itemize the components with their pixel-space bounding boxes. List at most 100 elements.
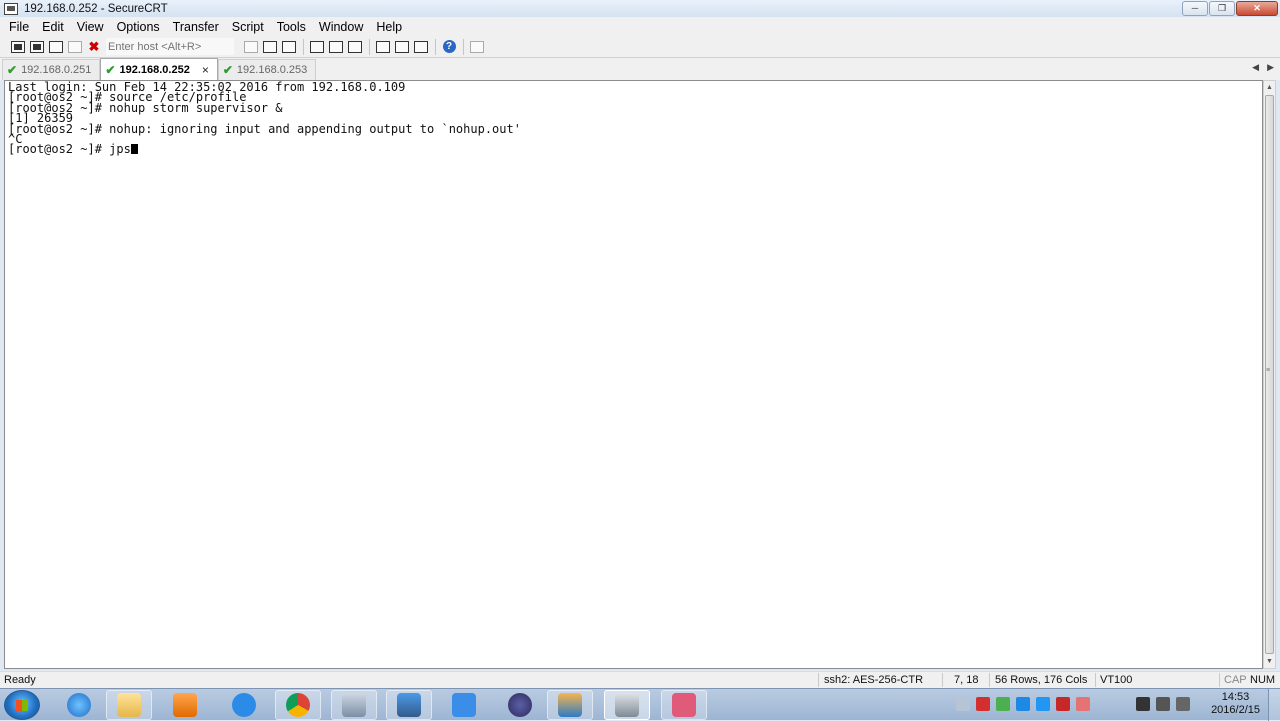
media-player-icon[interactable] — [162, 690, 208, 720]
tray-app-icon[interactable] — [1036, 697, 1050, 711]
quick-connect-icon[interactable] — [28, 39, 46, 55]
terminal-screen[interactable]: Last login: Sun Feb 14 22:35:02 2016 fro… — [4, 80, 1263, 669]
show-desktop-button[interactable] — [1268, 689, 1280, 721]
status-emulation: VT100 — [1100, 674, 1133, 686]
status-divider — [818, 673, 819, 687]
status-terminal-size: 56 Rows, 176 Cols — [995, 674, 1088, 686]
status-encryption: ssh2: AES-256-CTR — [824, 674, 924, 686]
prompt-text: [root@os2 ~]# jps — [8, 142, 131, 157]
cloud-drive-icon[interactable] — [221, 690, 267, 720]
print-icon[interactable] — [308, 39, 326, 55]
menu-script[interactable]: Script — [232, 20, 264, 34]
menu-tools[interactable]: Tools — [277, 20, 306, 34]
xftp-icon[interactable] — [661, 690, 707, 720]
terminal-scrollbar[interactable]: ▲ ≡ ▼ — [1263, 80, 1276, 669]
close-tab-icon[interactable]: × — [202, 63, 209, 77]
menu-help[interactable]: Help — [376, 20, 402, 34]
menu-transfer[interactable]: Transfer — [173, 20, 219, 34]
system-tray — [956, 697, 1090, 711]
scrollbar-grip-icon: ≡ — [1266, 367, 1271, 374]
scrollbar-thumb[interactable] — [1265, 95, 1274, 654]
paste-icon[interactable] — [261, 39, 279, 55]
virtualbox-icon[interactable] — [547, 690, 593, 720]
taskbar-clock[interactable]: 14:53 2016/2/15 — [1211, 691, 1260, 717]
title-bar: 192.168.0.252 - SecureCRT ─ ❐ ✕ — [0, 0, 1280, 17]
status-divider — [989, 673, 990, 687]
copy-icon[interactable] — [242, 39, 260, 55]
network-icon[interactable] — [1156, 697, 1170, 711]
enter-host-input[interactable] — [106, 38, 234, 55]
terminal-line: [root@os2 ~]# nohup storm supervisor & — [8, 100, 283, 115]
tab-label: 192.168.0.253 — [236, 64, 308, 76]
terminal-line: [root@os2 ~]# nohup: ignoring input and … — [8, 121, 521, 136]
connected-check-icon: ✔ — [7, 63, 18, 77]
windows-taskbar: 14:53 2016/2/15 — [0, 688, 1280, 721]
menu-options[interactable]: Options — [117, 20, 160, 34]
print-selection-icon[interactable] — [327, 39, 345, 55]
tab-192-168-0-251[interactable]: ✔ 192.168.0.251 — [2, 59, 101, 80]
start-button[interactable] — [4, 690, 40, 720]
session-tab-bar: ✔ 192.168.0.251 ✔ 192.168.0.252 × ✔ 192.… — [0, 58, 1280, 80]
tray-app-icon[interactable] — [1076, 697, 1090, 711]
file-explorer-icon[interactable] — [106, 690, 152, 720]
toolbar-separator — [303, 38, 304, 55]
scroll-down-icon[interactable]: ▼ — [1264, 655, 1275, 668]
toolbar: ✖ ? — [0, 36, 1280, 58]
connect-icon[interactable] — [9, 39, 27, 55]
global-options-icon[interactable] — [393, 39, 411, 55]
securecrt-app-icon[interactable] — [4, 2, 18, 15]
status-ready: Ready — [4, 674, 36, 686]
disconnect-icon[interactable]: ✖ — [85, 39, 103, 55]
clock-date: 2016/2/15 — [1211, 704, 1260, 716]
tab-label: 192.168.0.251 — [21, 64, 92, 76]
menu-edit[interactable]: Edit — [42, 20, 64, 34]
connect-in-tab-icon[interactable] — [47, 39, 65, 55]
tray-app-icon[interactable] — [996, 697, 1010, 711]
eclipse-icon[interactable] — [497, 690, 543, 720]
find-icon[interactable] — [280, 39, 298, 55]
connected-check-icon: ✔ — [105, 62, 116, 77]
control-panel-icon[interactable] — [331, 690, 377, 720]
terminal-prompt-line: [root@os2 ~]# jps — [8, 142, 1262, 157]
sftp-icon[interactable] — [468, 39, 486, 55]
minimize-button[interactable]: ─ — [1182, 1, 1208, 16]
action-center-icon[interactable] — [1136, 697, 1150, 711]
editor-icon[interactable] — [441, 690, 487, 720]
keyboard-icon[interactable] — [956, 697, 970, 711]
status-divider — [942, 673, 943, 687]
toolbar-separator — [435, 38, 436, 55]
tray-app-icon[interactable] — [976, 697, 990, 711]
status-caps-lock: CAP — [1224, 674, 1247, 686]
securecrt-taskbar-icon[interactable] — [604, 690, 650, 720]
system-tray-status — [1136, 697, 1190, 711]
network-tool-icon[interactable] — [386, 690, 432, 720]
scroll-tabs-right-icon[interactable]: ▶ — [1267, 62, 1274, 73]
reconnect-icon[interactable] — [66, 39, 84, 55]
tab-192-168-0-252[interactable]: ✔ 192.168.0.252 × — [100, 58, 218, 80]
tab-scroll-controls: ◀ ▶ — [1252, 62, 1274, 73]
menu-file[interactable]: File — [9, 20, 29, 34]
chrome-icon[interactable] — [275, 690, 321, 720]
status-cursor-position: 7, 18 — [954, 674, 979, 686]
keymap-icon[interactable] — [412, 39, 430, 55]
status-divider — [1095, 673, 1096, 687]
tray-app-icon[interactable] — [1016, 697, 1030, 711]
scroll-tabs-left-icon[interactable]: ◀ — [1252, 62, 1259, 73]
clock-time: 14:53 — [1221, 691, 1250, 703]
tab-192-168-0-253[interactable]: ✔ 192.168.0.253 — [217, 59, 317, 80]
tray-app-icon[interactable] — [1056, 697, 1070, 711]
help-icon[interactable]: ? — [440, 39, 458, 55]
internet-explorer-icon[interactable] — [56, 690, 102, 720]
window-title: 192.168.0.252 - SecureCRT — [24, 2, 168, 15]
toolbar-separator — [369, 38, 370, 55]
print-setup-icon[interactable] — [346, 39, 364, 55]
session-options-icon[interactable] — [374, 39, 392, 55]
maximize-button[interactable]: ❐ — [1209, 1, 1235, 16]
menu-view[interactable]: View — [77, 20, 104, 34]
menu-window[interactable]: Window — [319, 20, 363, 34]
menu-bar: File Edit View Options Transfer Script T… — [0, 17, 1280, 36]
window-controls: ─ ❐ ✕ — [1182, 1, 1278, 16]
volume-icon[interactable] — [1176, 697, 1190, 711]
scroll-up-icon[interactable]: ▲ — [1264, 81, 1275, 94]
close-button[interactable]: ✕ — [1236, 1, 1278, 16]
